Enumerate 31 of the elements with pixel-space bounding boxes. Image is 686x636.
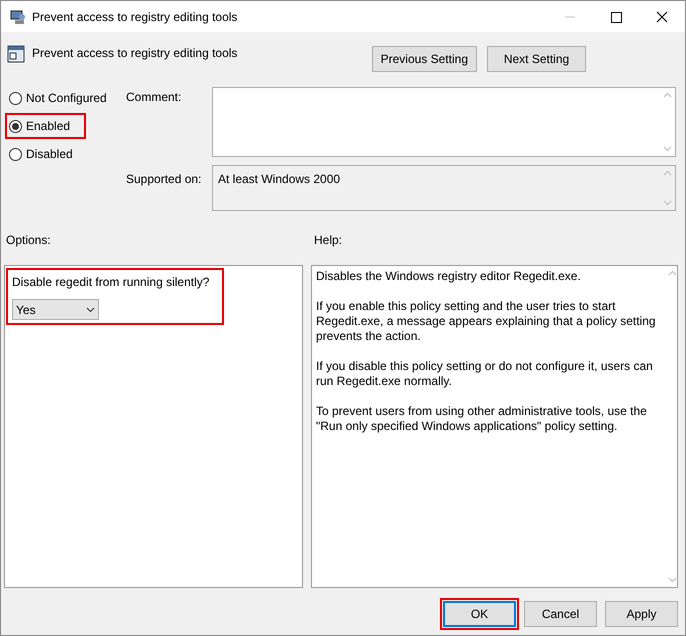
comment-field[interactable] (212, 87, 676, 157)
help-text: To prevent users from using other administrative tools, use the "Run only specified Windows applications" policy setting. (316, 404, 648, 434)
computer-icon (10, 8, 26, 24)
radio-option[interactable]: Disabled (7, 143, 87, 165)
nav-button[interactable]: Previous Setting (372, 46, 477, 72)
options-label: Options: (5, 232, 52, 249)
scroll-up-icon[interactable] (663, 170, 672, 176)
dialog-button[interactable]: Apply (605, 601, 678, 627)
chevron-down-icon (86, 306, 95, 312)
help-text: If you enable this policy setting and the user tries to start Regedit.exe, a message appears explaining that a policy setting prevents the action. (316, 299, 657, 344)
scroll-down-icon[interactable] (663, 200, 672, 206)
setting-title: Prevent access to registry editing tools (32, 45, 238, 62)
supported-on-value: At least Windows 2000 (217, 171, 340, 188)
scroll-up-icon[interactable] (663, 92, 672, 98)
help-text: If you disable this policy setting or do not configure it, users can run Regedit.exe normally. (316, 359, 654, 389)
help-text: Disables the Windows registry editor Regedit.exe. (316, 269, 582, 284)
supported-on-label: Supported on: (126, 171, 202, 188)
radio-option[interactable]: Enabled (7, 115, 84, 137)
window-title: Prevent access to registry editing tools (32, 8, 238, 26)
dropdown[interactable]: Yes (12, 299, 99, 320)
nav-button[interactable]: Next Setting (487, 46, 586, 72)
dialog-button[interactable]: Cancel (524, 601, 597, 627)
help-label: Help: (313, 232, 342, 249)
dialog-button[interactable]: OK (443, 601, 516, 627)
policy-icon (7, 45, 25, 63)
scroll-down-icon[interactable] (663, 146, 672, 152)
scroll-down-icon[interactable] (668, 577, 677, 583)
radio-option[interactable]: Not Configured (7, 87, 121, 109)
comment-label: Comment: (126, 89, 182, 106)
option-question: Disable regedit from running silently? (12, 274, 210, 291)
scroll-up-icon[interactable] (668, 270, 677, 276)
